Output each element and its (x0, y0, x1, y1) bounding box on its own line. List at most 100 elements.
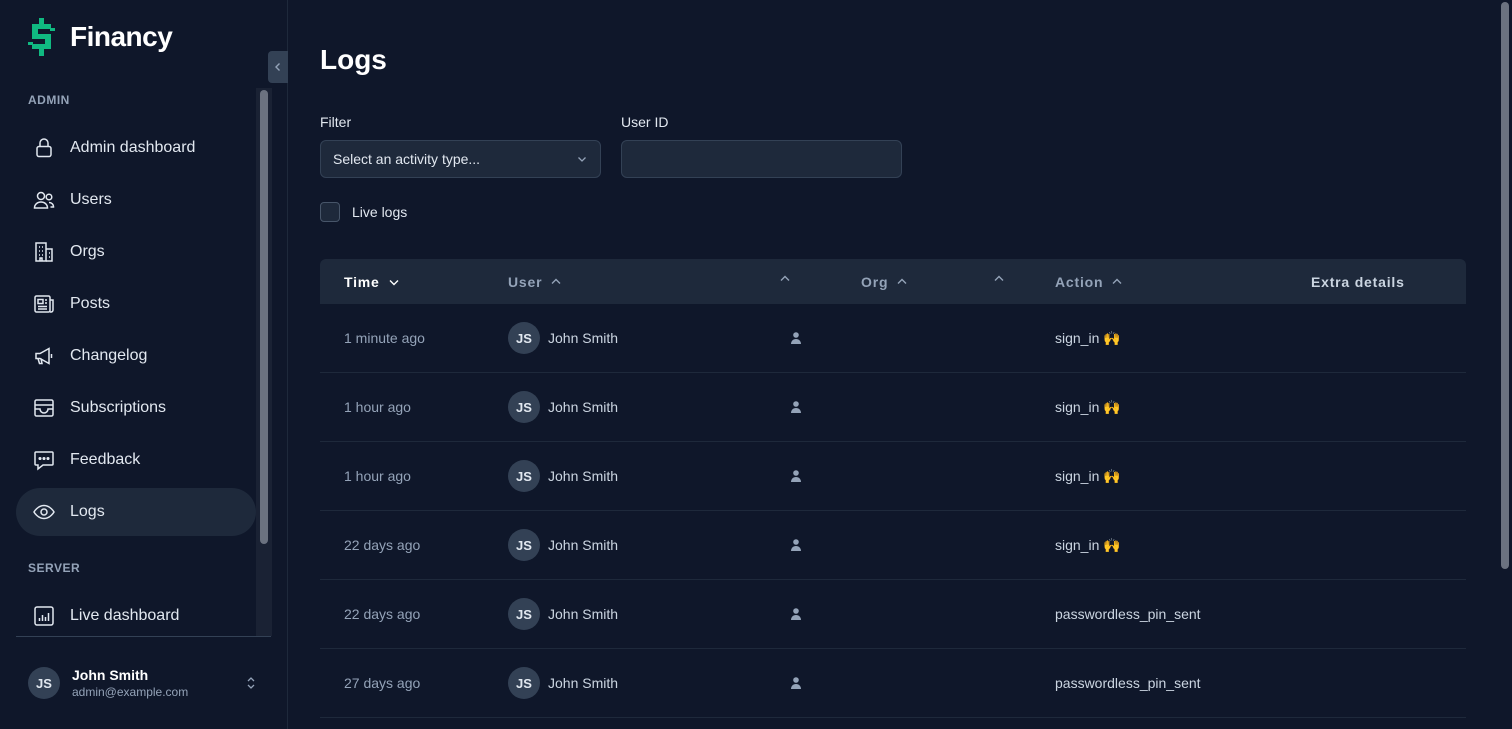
lock-icon (36, 138, 52, 158)
person-icon (791, 539, 801, 551)
cell-user-link[interactable] (789, 649, 803, 717)
avatar: JS (508, 529, 540, 561)
cell-action: sign_in 🙌 (1055, 329, 1121, 346)
newspaper-icon (34, 295, 54, 313)
cell-user-link[interactable] (789, 304, 803, 372)
column-header-extra-details: Extra details (1311, 259, 1405, 304)
user-name: John Smith (548, 468, 619, 484)
user-name: John Smith (548, 675, 619, 691)
person-icon (791, 332, 801, 344)
user-id-input[interactable] (621, 140, 902, 178)
megaphone-icon (35, 347, 53, 365)
brand-name: Financy (70, 21, 173, 52)
cell-action: passwordless_pin_sent (1055, 606, 1201, 622)
column-label: Extra details (1311, 273, 1405, 290)
cell-user[interactable]: JS John Smith (508, 373, 618, 441)
cell-user-link[interactable] (789, 511, 803, 579)
cell-user[interactable]: JS John Smith (508, 304, 618, 372)
cell-action: sign_in 🙌 (1055, 536, 1121, 553)
table-row[interactable]: 27 days ago JS John Smith passwordless_p… (320, 649, 1466, 718)
sidebar-item-label: Admin dashboard (70, 139, 196, 156)
sidebar-item-orgs[interactable]: Orgs (16, 228, 256, 276)
column-label: Org (861, 273, 889, 290)
cell-user[interactable]: JS John Smith (508, 442, 618, 510)
cell-user-link[interactable] (789, 580, 803, 648)
chevron-up-down-icon[interactable] (244, 675, 258, 691)
user-name: John Smith (548, 330, 619, 346)
user-id-label: User ID (621, 114, 669, 130)
cell-time: 27 days ago (344, 675, 421, 691)
dollar-logo-icon (28, 18, 55, 56)
live-logs-label[interactable]: Live logs (352, 204, 407, 220)
cell-user-link[interactable] (789, 373, 803, 441)
avatar: JS (508, 598, 540, 630)
table-row[interactable]: 1 hour ago JS John Smith sign_in 🙌 (320, 373, 1466, 442)
chevron-up-icon[interactable] (779, 273, 791, 285)
column-label: Time (344, 273, 380, 290)
sidebar-item-label: Changelog (70, 347, 148, 364)
avatar: JS (508, 667, 540, 699)
cell-time: 1 minute ago (344, 330, 425, 346)
table-row[interactable]: 22 days ago JS John Smith sign_in 🙌 (320, 511, 1466, 580)
chat-icon (34, 451, 54, 471)
cell-user[interactable]: JS John Smith (508, 580, 618, 648)
cell-user[interactable]: JS John Smith (508, 649, 618, 717)
page-scrollbar-thumb[interactable] (1501, 2, 1509, 569)
avatar: JS (508, 322, 540, 354)
collapse-sidebar-button[interactable] (268, 51, 288, 83)
cell-time: 1 hour ago (344, 399, 411, 415)
sidebar-item-label: Subscriptions (70, 399, 167, 416)
activity-type-select[interactable]: Select an activity type... (320, 140, 601, 178)
sidebar-item-label: Logs (70, 503, 105, 520)
table-row[interactable]: 22 days ago JS John Smith passwordless_p… (320, 580, 1466, 649)
table-row[interactable]: 1 minute ago JS John Smith sign_in 🙌 (320, 304, 1466, 373)
chart-icon (34, 606, 54, 626)
column-header-action[interactable]: Action (1055, 259, 1123, 304)
chevron-up-icon (897, 278, 907, 284)
chevron-left-icon (275, 63, 280, 71)
sidebar-item-live-dashboard[interactable]: Live dashboard (16, 592, 256, 636)
person-icon (791, 677, 801, 689)
cell-user-link[interactable] (789, 442, 803, 510)
filter-label: Filter (320, 114, 352, 130)
user-menu[interactable]: JS John Smith admin@example.com (28, 667, 188, 699)
column-header-org[interactable]: Org (861, 259, 908, 304)
brand[interactable]: Financy (28, 18, 173, 56)
cell-action: sign_in 🙌 (1055, 467, 1121, 484)
sidebar-item-label: Feedback (70, 451, 141, 468)
avatar: JS (508, 460, 540, 492)
user-name: John Smith (548, 606, 619, 622)
sidebar-item-subscriptions[interactable]: Subscriptions (16, 384, 256, 432)
live-logs-checkbox[interactable] (320, 202, 340, 222)
users-icon (33, 191, 55, 209)
sidebar-item-feedback[interactable]: Feedback (16, 436, 256, 484)
sidebar-item-admin-dashboard[interactable]: Admin dashboard (16, 124, 256, 172)
sidebar-item-posts[interactable]: Posts (16, 280, 256, 328)
eye-icon (33, 504, 55, 520)
column-header-user[interactable]: User (508, 259, 562, 304)
column-header-time[interactable]: Time (344, 259, 400, 304)
sidebar: Financy ADMIN Admin dashboard Users Orgs (0, 0, 288, 729)
inbox-icon (34, 399, 54, 417)
column-label: Action (1055, 273, 1104, 290)
person-icon (791, 401, 801, 413)
chevron-up-icon (1112, 278, 1122, 284)
logs-table: Time User Org Action Extra details 1 min… (320, 259, 1466, 729)
main-content: Logs Filter Select an activity type... U… (289, 0, 1497, 729)
select-placeholder: Select an activity type... (333, 151, 481, 167)
cell-action: passwordless_pin_sent (1055, 675, 1201, 691)
user-name: John Smith (548, 537, 619, 553)
sidebar-item-changelog[interactable]: Changelog (16, 332, 256, 380)
sidebar-item-logs[interactable]: Logs (16, 488, 256, 536)
chevron-up-icon[interactable] (993, 273, 1005, 285)
avatar: JS (28, 667, 60, 699)
section-label-server: SERVER (28, 561, 81, 575)
sidebar-divider (16, 636, 271, 637)
avatar: JS (508, 391, 540, 423)
cell-time: 22 days ago (344, 537, 421, 553)
sidebar-item-users[interactable]: Users (16, 176, 256, 224)
cell-user[interactable]: JS John Smith (508, 511, 618, 579)
user-email: admin@example.com (72, 685, 189, 699)
table-row[interactable]: 1 hour ago JS John Smith sign_in 🙌 (320, 442, 1466, 511)
person-icon (791, 470, 801, 482)
